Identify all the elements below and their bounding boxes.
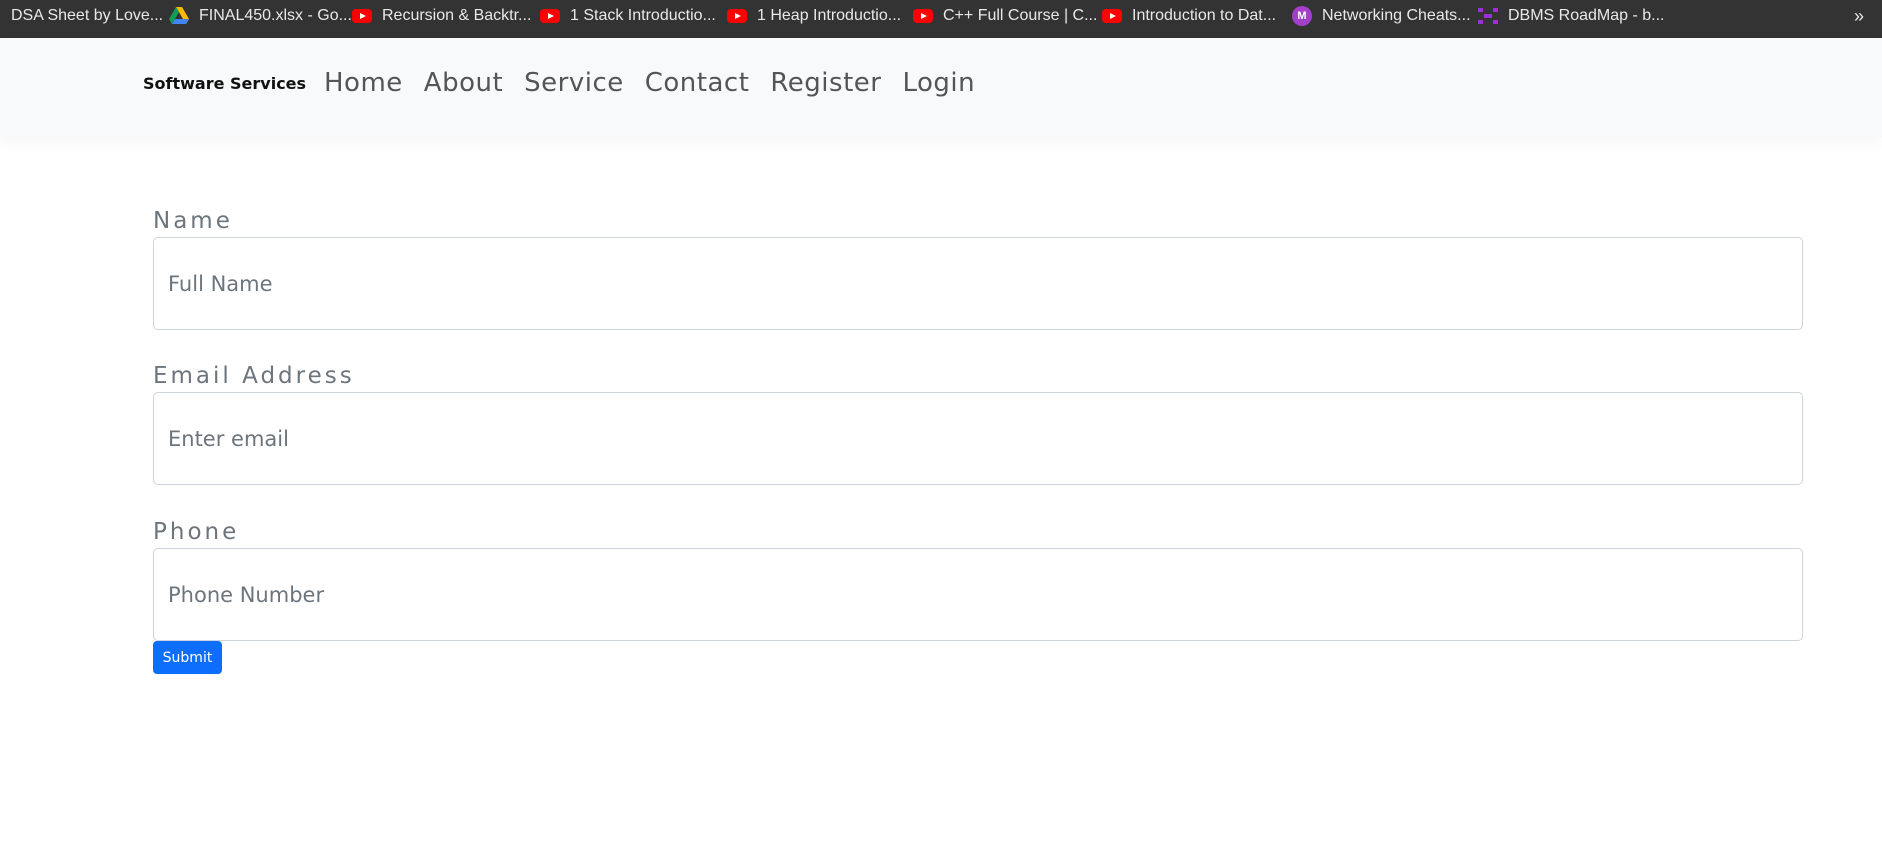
bookmark-label: 1 Heap Introductio...: [757, 7, 902, 24]
phone-field-group: Phone: [153, 516, 1803, 641]
name-field-group: Name: [153, 205, 1803, 330]
nav-links: Home About Service Contact Register Logi…: [324, 68, 996, 98]
nav-link-contact[interactable]: Contact: [645, 68, 750, 98]
youtube-icon: [727, 6, 747, 26]
nav-link-login[interactable]: Login: [902, 68, 975, 98]
bookmark-stack[interactable]: 1 Stack Introductio...: [540, 0, 716, 32]
bookmark-label: C++ Full Course | C...: [943, 7, 1098, 24]
bookmark-label: Networking Cheats...: [1322, 7, 1471, 24]
bookmark-label: Recursion & Backtr...: [382, 7, 532, 24]
youtube-icon: [352, 6, 372, 26]
bookmark-cpp-course[interactable]: C++ Full Course | C...: [913, 0, 1097, 32]
navbar: Software Services Home About Service Con…: [0, 38, 1882, 138]
bookmark-heap[interactable]: 1 Heap Introductio...: [727, 0, 901, 32]
bookmark-label: DSA Sheet by Love...: [11, 7, 164, 24]
phone-input[interactable]: [153, 548, 1803, 641]
bookmark-networking[interactable]: M Networking Cheats...: [1292, 0, 1471, 32]
bookmark-label: 1 Stack Introductio...: [570, 7, 716, 24]
nav-link-about[interactable]: About: [424, 68, 503, 98]
nav-link-service[interactable]: Service: [524, 68, 624, 98]
google-drive-icon: [169, 6, 189, 26]
youtube-icon: [913, 6, 933, 26]
nav-link-home[interactable]: Home: [324, 68, 403, 98]
youtube-icon: [540, 6, 560, 26]
name-label: Name: [153, 208, 233, 234]
bookmark-recursion[interactable]: Recursion & Backtr...: [352, 0, 531, 32]
navbar-brand[interactable]: Software Services: [143, 74, 306, 93]
submit-button[interactable]: Submit: [153, 641, 222, 674]
name-input[interactable]: [153, 237, 1803, 330]
email-field-group: Email Address: [153, 360, 1803, 485]
bookmarks-overflow-chevron-icon[interactable]: »: [1854, 0, 1864, 32]
bookmark-final450[interactable]: FINAL450.xlsx - Go...: [169, 0, 352, 32]
bookmark-dsa-sheet[interactable]: DSA Sheet by Love...: [11, 0, 163, 32]
nav-link-register[interactable]: Register: [770, 68, 881, 98]
bookmark-intro-data[interactable]: Introduction to Dat...: [1102, 0, 1276, 32]
email-input[interactable]: [153, 392, 1803, 485]
bookmark-label: FINAL450.xlsx - Go...: [199, 7, 352, 24]
bookmark-label: DBMS RoadMap - b...: [1508, 7, 1665, 24]
bookmark-dbms-roadmap[interactable]: DBMS RoadMap - b...: [1478, 0, 1665, 32]
bookmark-label: Introduction to Dat...: [1132, 7, 1277, 24]
phone-label: Phone: [153, 519, 240, 545]
roadmap-icon: [1478, 6, 1498, 26]
bookmarks-bar: DSA Sheet by Love... FINAL450.xlsx - Go.…: [0, 0, 1882, 38]
m-icon: M: [1292, 6, 1312, 26]
email-label: Email Address: [153, 363, 355, 389]
youtube-icon: [1102, 6, 1122, 26]
